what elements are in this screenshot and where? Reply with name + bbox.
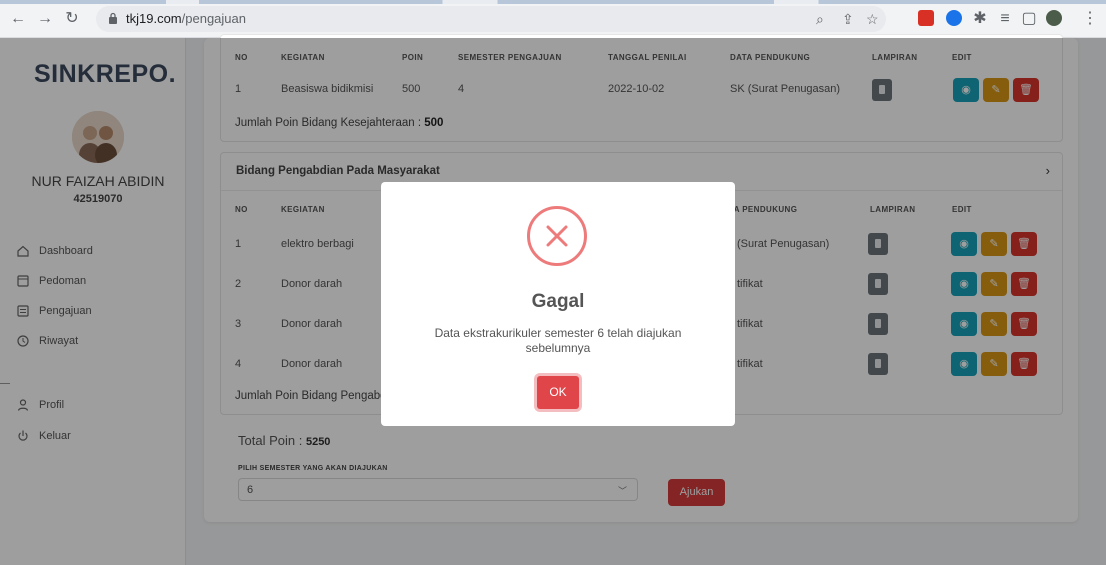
dialog-message: Data ekstrakurikuler semester 6 telah di… <box>434 326 682 355</box>
zoom-icon[interactable]: ⌕ <box>816 11 824 28</box>
reading-list-icon[interactable]: ≡ <box>995 9 1015 29</box>
profile-avatar-icon[interactable] <box>1046 10 1062 26</box>
lock-icon <box>109 12 117 24</box>
side-panel-icon[interactable]: ▢ <box>1019 9 1039 29</box>
browser-toolbar: ← → ↻ tkj19.com/pengajuan ⌕ ⇪ ☆ ✱ ≡ ▢ ⋮ <box>0 0 1106 38</box>
more-menu-icon[interactable]: ⋮ <box>1080 9 1100 29</box>
error-x-icon <box>527 206 587 266</box>
back-arrow-icon[interactable]: ← <box>8 9 28 29</box>
url-text: tkj19.com/pengajuan <box>126 11 246 26</box>
dialog-title: Gagal <box>531 291 585 312</box>
error-dialog: Gagal Data ekstrakurikuler semester 6 te… <box>381 182 735 426</box>
ok-button[interactable]: OK <box>537 376 579 409</box>
reload-icon[interactable]: ↻ <box>62 9 82 29</box>
bookmark-star-icon[interactable]: ☆ <box>866 11 879 28</box>
extension-icon[interactable] <box>946 10 962 26</box>
extension-icon[interactable] <box>918 10 934 26</box>
tab-strip <box>0 0 1106 4</box>
address-bar[interactable]: tkj19.com/pengajuan ⌕ ⇪ ☆ <box>96 6 886 32</box>
forward-arrow-icon[interactable]: → <box>35 9 55 29</box>
share-icon[interactable]: ⇪ <box>842 11 854 28</box>
extensions-puzzle-icon[interactable]: ✱ <box>970 9 990 29</box>
